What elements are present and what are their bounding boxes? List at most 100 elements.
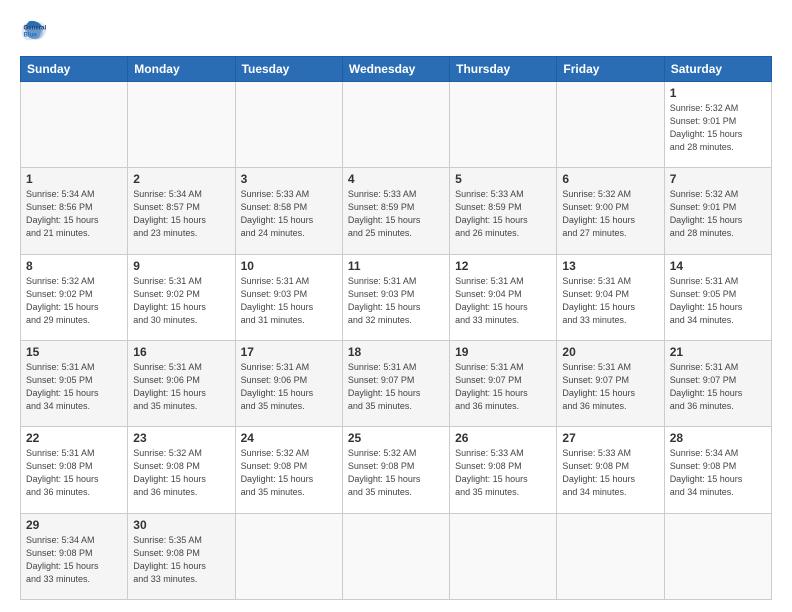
day-number: 29 — [26, 518, 122, 532]
calendar-header-row: SundayMondayTuesdayWednesdayThursdayFrid… — [21, 57, 772, 82]
day-info: Sunrise: 5:35 AM Sunset: 9:08 PM Dayligh… — [133, 534, 229, 586]
day-info: Sunrise: 5:32 AM Sunset: 9:08 PM Dayligh… — [133, 447, 229, 499]
calendar-cell — [450, 82, 557, 168]
calendar-cell: 14Sunrise: 5:31 AM Sunset: 9:05 PM Dayli… — [664, 254, 771, 340]
day-number: 1 — [670, 86, 766, 100]
calendar-cell: 7 Sunrise: 5:32 AM Sunset: 9:01 PM Daylig… — [664, 168, 771, 254]
day-info: Sunrise: 5:31 AM Sunset: 9:02 PM Dayligh… — [133, 275, 229, 327]
day-info: Sunrise: 5:34 AM Sunset: 8:57 PM Dayligh… — [133, 188, 229, 240]
day-info: Sunrise: 5:32 AM Sunset: 9:01 PM Dayligh… — [670, 102, 766, 154]
day-info: Sunrise: 5:32 AM Sunset: 9:01 PM Dayligh… — [670, 188, 766, 240]
calendar-cell: 21 Sunrise: 5:31 AM Sunset: 9:07 PM Dayli… — [664, 340, 771, 426]
calendar-cell: 1 Sunrise: 5:32 AM Sunset: 9:01 PM Daylig… — [664, 82, 771, 168]
calendar-week-row: 1Sunrise: 5:34 AM Sunset: 8:56 PM Daylig… — [21, 168, 772, 254]
calendar-cell: 6 Sunrise: 5:32 AM Sunset: 9:00 PM Daylig… — [557, 168, 664, 254]
day-info: Sunrise: 5:33 AM Sunset: 9:08 PM Dayligh… — [455, 447, 551, 499]
calendar-day-header: Monday — [128, 57, 235, 82]
day-info: Sunrise: 5:32 AM Sunset: 9:08 PM Dayligh… — [348, 447, 444, 499]
day-info: Sunrise: 5:31 AM Sunset: 9:07 PM Dayligh… — [562, 361, 658, 413]
day-number: 26 — [455, 431, 551, 445]
calendar-cell — [235, 82, 342, 168]
calendar-week-row: 22 Sunrise: 5:31 AM Sunset: 9:08 PM Dayli… — [21, 427, 772, 513]
day-info: Sunrise: 5:31 AM Sunset: 9:07 PM Dayligh… — [348, 361, 444, 413]
day-number: 23 — [133, 431, 229, 445]
day-number: 12 — [455, 259, 551, 273]
calendar-cell — [664, 513, 771, 599]
calendar-day-header: Tuesday — [235, 57, 342, 82]
day-number: 9 — [133, 259, 229, 273]
day-number: 27 — [562, 431, 658, 445]
calendar-cell: 12 Sunrise: 5:31 AM Sunset: 9:04 PM Dayli… — [450, 254, 557, 340]
calendar-cell — [128, 82, 235, 168]
day-info: Sunrise: 5:31 AM Sunset: 9:06 PM Dayligh… — [133, 361, 229, 413]
calendar-cell: 17 Sunrise: 5:31 AM Sunset: 9:06 PM Dayli… — [235, 340, 342, 426]
calendar-day-header: Saturday — [664, 57, 771, 82]
day-number: 6 — [562, 172, 658, 186]
day-info: Sunrise: 5:32 AM Sunset: 9:00 PM Dayligh… — [562, 188, 658, 240]
calendar-cell: 4 Sunrise: 5:33 AM Sunset: 8:59 PM Daylig… — [342, 168, 449, 254]
calendar-day-header: Friday — [557, 57, 664, 82]
day-info: Sunrise: 5:33 AM Sunset: 8:59 PM Dayligh… — [455, 188, 551, 240]
calendar-cell: 1Sunrise: 5:34 AM Sunset: 8:56 PM Daylig… — [21, 168, 128, 254]
calendar-week-row: 1 Sunrise: 5:32 AM Sunset: 9:01 PM Daylig… — [21, 82, 772, 168]
calendar-table: SundayMondayTuesdayWednesdayThursdayFrid… — [20, 56, 772, 600]
day-number: 28 — [670, 431, 766, 445]
calendar-cell: 30Sunrise: 5:35 AM Sunset: 9:08 PM Dayli… — [128, 513, 235, 599]
day-info: Sunrise: 5:31 AM Sunset: 9:04 PM Dayligh… — [455, 275, 551, 327]
day-number: 19 — [455, 345, 551, 359]
calendar-day-header: Sunday — [21, 57, 128, 82]
logo-icon: General Blue — [20, 18, 48, 46]
svg-text:General: General — [24, 24, 47, 31]
day-info: Sunrise: 5:34 AM Sunset: 9:08 PM Dayligh… — [670, 447, 766, 499]
calendar-cell: 13Sunrise: 5:31 AM Sunset: 9:04 PM Dayli… — [557, 254, 664, 340]
day-number: 2 — [133, 172, 229, 186]
calendar-cell: 11Sunrise: 5:31 AM Sunset: 9:03 PM Dayli… — [342, 254, 449, 340]
day-info: Sunrise: 5:34 AM Sunset: 9:08 PM Dayligh… — [26, 534, 122, 586]
calendar-cell: 10 Sunrise: 5:31 AM Sunset: 9:03 PM Dayli… — [235, 254, 342, 340]
calendar-header: SundayMondayTuesdayWednesdayThursdayFrid… — [21, 57, 772, 82]
page: General Blue SundayMondayTuesdayWednesda… — [0, 0, 792, 612]
calendar-week-row: 29 Sunrise: 5:34 AM Sunset: 9:08 PM Dayli… — [21, 513, 772, 599]
calendar-cell: 20Sunrise: 5:31 AM Sunset: 9:07 PM Dayli… — [557, 340, 664, 426]
day-info: Sunrise: 5:31 AM Sunset: 9:06 PM Dayligh… — [241, 361, 337, 413]
calendar-day-header: Thursday — [450, 57, 557, 82]
calendar-cell: 27 Sunrise: 5:33 AM Sunset: 9:08 PM Dayli… — [557, 427, 664, 513]
day-info: Sunrise: 5:33 AM Sunset: 9:08 PM Dayligh… — [562, 447, 658, 499]
day-number: 22 — [26, 431, 122, 445]
calendar-cell — [21, 82, 128, 168]
calendar-cell: 3Sunrise: 5:33 AM Sunset: 8:58 PM Daylig… — [235, 168, 342, 254]
day-info: Sunrise: 5:33 AM Sunset: 8:59 PM Dayligh… — [348, 188, 444, 240]
day-info: Sunrise: 5:31 AM Sunset: 9:04 PM Dayligh… — [562, 275, 658, 327]
day-info: Sunrise: 5:31 AM Sunset: 9:08 PM Dayligh… — [26, 447, 122, 499]
calendar-week-row: 8 Sunrise: 5:32 AM Sunset: 9:02 PM Daylig… — [21, 254, 772, 340]
day-info: Sunrise: 5:31 AM Sunset: 9:03 PM Dayligh… — [241, 275, 337, 327]
calendar-cell: 24Sunrise: 5:32 AM Sunset: 9:08 PM Dayli… — [235, 427, 342, 513]
day-number: 8 — [26, 259, 122, 273]
calendar-cell — [557, 513, 664, 599]
calendar-cell: 22 Sunrise: 5:31 AM Sunset: 9:08 PM Dayli… — [21, 427, 128, 513]
calendar-cell: 19 Sunrise: 5:31 AM Sunset: 9:07 PM Dayli… — [450, 340, 557, 426]
day-number: 15 — [26, 345, 122, 359]
calendar-cell: 23 Sunrise: 5:32 AM Sunset: 9:08 PM Dayli… — [128, 427, 235, 513]
day-number: 7 — [670, 172, 766, 186]
calendar-cell: 29 Sunrise: 5:34 AM Sunset: 9:08 PM Dayli… — [21, 513, 128, 599]
day-number: 4 — [348, 172, 444, 186]
day-number: 17 — [241, 345, 337, 359]
calendar-cell — [342, 513, 449, 599]
day-info: Sunrise: 5:32 AM Sunset: 9:08 PM Dayligh… — [241, 447, 337, 499]
day-info: Sunrise: 5:32 AM Sunset: 9:02 PM Dayligh… — [26, 275, 122, 327]
day-info: Sunrise: 5:34 AM Sunset: 8:56 PM Dayligh… — [26, 188, 122, 240]
logo: General Blue — [20, 18, 52, 46]
day-info: Sunrise: 5:31 AM Sunset: 9:07 PM Dayligh… — [670, 361, 766, 413]
calendar-week-row: 15Sunrise: 5:31 AM Sunset: 9:05 PM Dayli… — [21, 340, 772, 426]
calendar-cell — [450, 513, 557, 599]
day-info: Sunrise: 5:33 AM Sunset: 8:58 PM Dayligh… — [241, 188, 337, 240]
day-number: 10 — [241, 259, 337, 273]
header: General Blue — [20, 18, 772, 46]
day-number: 25 — [348, 431, 444, 445]
day-number: 21 — [670, 345, 766, 359]
day-info: Sunrise: 5:31 AM Sunset: 9:03 PM Dayligh… — [348, 275, 444, 327]
day-number: 14 — [670, 259, 766, 273]
day-number: 16 — [133, 345, 229, 359]
day-info: Sunrise: 5:31 AM Sunset: 9:07 PM Dayligh… — [455, 361, 551, 413]
